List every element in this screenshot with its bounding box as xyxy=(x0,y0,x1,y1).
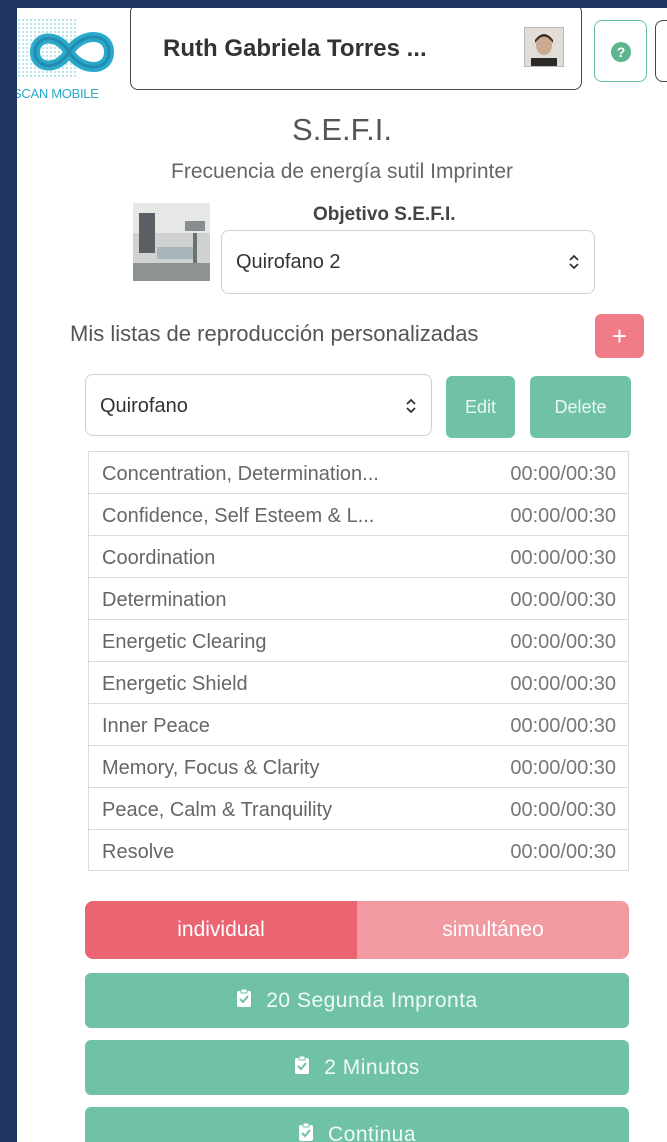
list-item[interactable]: Peace, Calm & Tranquility 00:00/00:30 xyxy=(89,788,628,830)
track-time: 00:00/00:30 xyxy=(510,463,616,485)
track-name: Peace, Calm & Tranquility xyxy=(102,799,333,821)
imprint-continuous-button[interactable]: Continua xyxy=(85,1107,629,1142)
page-title: S.E.F.I. xyxy=(292,112,392,147)
track-list: Concentration, Determination... 00:00/00… xyxy=(88,451,629,871)
list-item[interactable]: Concentration, Determination... 00:00/00… xyxy=(89,452,628,494)
app-page: SCAN MOBILE Ruth Gabriela Torres ... ? S… xyxy=(17,8,667,1142)
list-item[interactable]: Resolve 00:00/00:30 xyxy=(89,830,628,872)
track-time: 00:00/00:30 xyxy=(510,547,616,569)
list-item[interactable]: Energetic Shield 00:00/00:30 xyxy=(89,662,628,704)
clipboard-check-icon xyxy=(236,974,252,1029)
user-avatar-icon xyxy=(525,28,563,66)
list-item[interactable]: Determination 00:00/00:30 xyxy=(89,578,628,620)
track-time: 00:00/00:30 xyxy=(510,841,616,863)
chevron-up-down-icon xyxy=(405,397,417,415)
objective-label: Objetivo S.E.F.I. xyxy=(313,204,456,225)
logo-text: SCAN MOBILE xyxy=(17,86,99,101)
playlists-label: Mis listas de reproducción personalizada… xyxy=(70,321,479,346)
header-action-button[interactable] xyxy=(655,20,667,82)
track-time: 00:00/00:30 xyxy=(510,799,616,821)
list-item[interactable]: Memory, Focus & Clarity 00:00/00:30 xyxy=(89,746,628,788)
track-time: 00:00/00:30 xyxy=(510,505,616,527)
chevron-up-down-icon xyxy=(568,253,580,271)
user-name: Ruth Gabriela Torres ... xyxy=(163,35,427,62)
avatar xyxy=(524,27,564,67)
imprint-20-seconds-label: 20 Segunda Impronta xyxy=(266,989,478,1012)
imprint-continuous-label: Continua xyxy=(327,1123,417,1142)
clipboard-check-icon xyxy=(294,1041,310,1096)
imprint-20-seconds-button[interactable]: 20 Segunda Impronta xyxy=(85,973,629,1028)
mode-individual-button[interactable]: individual xyxy=(85,901,357,959)
list-item[interactable]: Confidence, Self Esteem & L... 00:00/00:… xyxy=(89,494,628,536)
playlist-select[interactable]: Quirofano xyxy=(85,374,432,436)
question-circle-icon: ? xyxy=(611,42,631,62)
operating-room-image xyxy=(133,203,210,281)
track-time: 00:00/00:30 xyxy=(510,757,616,779)
track-name: Resolve xyxy=(102,841,175,863)
list-item[interactable]: Coordination 00:00/00:30 xyxy=(89,536,628,578)
track-time: 00:00/00:30 xyxy=(510,631,616,653)
mode-simultaneous-button[interactable]: simultáneo xyxy=(357,901,629,959)
track-name: Energetic Shield xyxy=(102,673,248,695)
objective-thumbnail xyxy=(133,203,210,281)
page-subtitle: Frecuencia de energía sutil Imprinter xyxy=(171,160,513,183)
list-item[interactable]: Inner Peace 00:00/00:30 xyxy=(89,704,628,746)
imprint-2-minutes-button[interactable]: 2 Minutos xyxy=(85,1040,629,1095)
track-name: Memory, Focus & Clarity xyxy=(102,757,320,779)
track-time: 00:00/00:30 xyxy=(510,715,616,737)
track-name: Confidence, Self Esteem & L... xyxy=(102,505,375,527)
track-time: 00:00/00:30 xyxy=(510,589,616,611)
window-frame-top xyxy=(0,0,667,8)
user-selector[interactable]: Ruth Gabriela Torres ... xyxy=(130,8,582,90)
help-button[interactable]: ? xyxy=(594,20,647,82)
objective-select[interactable]: Quirofano 2 xyxy=(221,230,595,294)
track-name: Inner Peace xyxy=(102,715,210,737)
edit-playlist-button[interactable]: Edit xyxy=(446,376,515,438)
track-name: Determination xyxy=(102,589,227,611)
window-frame-left xyxy=(0,0,17,1142)
delete-playlist-button[interactable]: Delete xyxy=(530,376,631,438)
imprint-2-minutes-label: 2 Minutos xyxy=(324,1056,420,1079)
objective-select-value: Quirofano 2 xyxy=(236,251,341,273)
track-name: Coordination xyxy=(102,547,216,569)
add-playlist-button[interactable]: + xyxy=(595,314,644,358)
clipboard-check-icon xyxy=(298,1108,314,1142)
list-item[interactable]: Energetic Clearing 00:00/00:30 xyxy=(89,620,628,662)
track-name: Concentration, Determination... xyxy=(102,463,379,485)
track-time: 00:00/00:30 xyxy=(510,673,616,695)
playlist-select-value: Quirofano xyxy=(100,395,188,417)
track-name: Energetic Clearing xyxy=(102,631,267,653)
